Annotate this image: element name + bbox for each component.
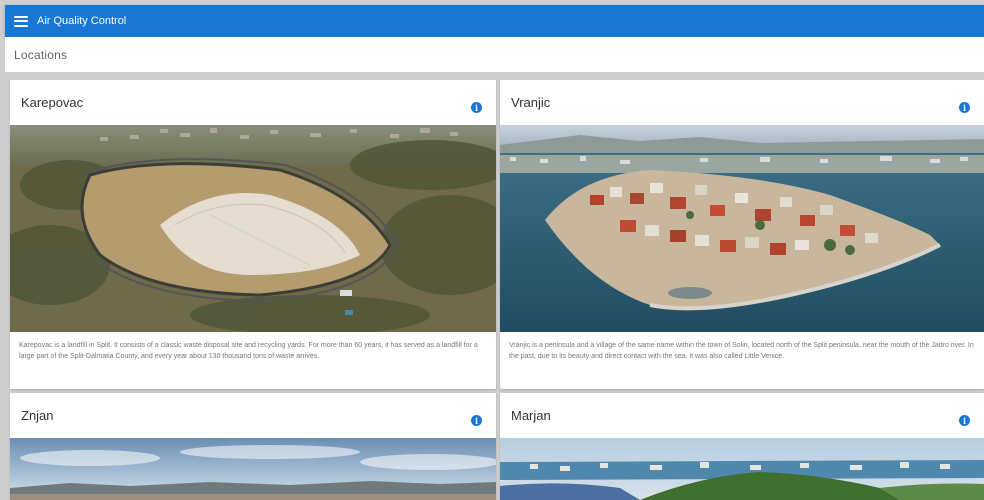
- card-description: Karepovac is a landfill in Split. It con…: [19, 342, 478, 360]
- location-card-znjan[interactable]: Znjan i: [10, 393, 496, 500]
- card-header: Karepovac i: [10, 80, 496, 125]
- app-title: Air Quality Control: [37, 15, 127, 27]
- app-bar: Air Quality Control: [5, 5, 984, 37]
- card-title: Marjan: [511, 408, 551, 423]
- hamburger-menu-icon[interactable]: [14, 15, 28, 27]
- card-title: Vranjic: [511, 95, 551, 110]
- location-card-karepovac[interactable]: Karepovac i Karepovac is a landfill in S…: [10, 80, 496, 389]
- page-header: Locations: [5, 37, 984, 72]
- location-card-marjan[interactable]: Marjan i: [500, 393, 984, 500]
- location-image-vranjic: [500, 125, 984, 332]
- location-image-znjan: [10, 438, 496, 500]
- card-header: Znjan i: [10, 393, 496, 438]
- card-title: Karepovac: [21, 95, 84, 110]
- location-image-karepovac: [10, 125, 496, 332]
- info-icon[interactable]: i: [471, 415, 482, 426]
- location-image-marjan: [500, 438, 984, 500]
- card-header: Vranjic i: [500, 80, 984, 125]
- location-card-vranjic[interactable]: Vranjic i Vranjic is a peninsula and a v…: [500, 80, 984, 389]
- page-title: Locations: [14, 47, 68, 62]
- card-title: Znjan: [21, 408, 54, 423]
- info-icon[interactable]: i: [471, 102, 482, 113]
- card-header: Marjan i: [500, 393, 984, 438]
- card-description: Vranjic is a peninsula and a village of …: [509, 342, 974, 360]
- info-icon[interactable]: i: [959, 415, 970, 426]
- info-icon[interactable]: i: [959, 102, 970, 113]
